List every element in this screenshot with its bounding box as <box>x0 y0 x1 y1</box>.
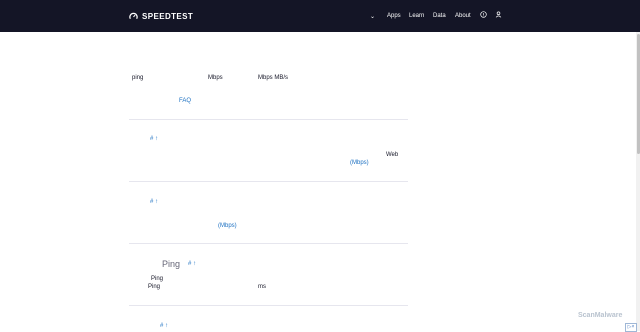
ping-label: ping <box>132 75 144 81</box>
mbps-mbs-label: Mbps MB/s <box>258 75 289 81</box>
faq-link[interactable]: FAQ <box>179 98 191 104</box>
section-divider <box>129 181 408 182</box>
mbps-link[interactable]: (Mbps) <box>350 160 369 166</box>
mbps-link[interactable]: (Mbps) <box>218 223 237 229</box>
nav-data[interactable]: Data <box>433 10 446 22</box>
nav-about[interactable]: About <box>455 10 471 22</box>
mbps-label: Mbps <box>208 75 223 81</box>
nav-apps[interactable]: Apps <box>387 10 401 22</box>
web-label: Web <box>386 152 399 158</box>
logo-text: SPEEDTEST <box>142 11 194 21</box>
nav-learn[interactable]: Learn <box>409 10 424 22</box>
section-divider <box>129 305 408 306</box>
section-divider <box>129 119 408 120</box>
sort-ascending-icon[interactable]: # ↑ <box>160 323 168 329</box>
top-navigation-bar: SPEEDTEST ⌄ Apps Learn Data About <box>0 0 640 32</box>
scanmalware-watermark: ScanMalware <box>578 312 623 319</box>
ping-label: Ping <box>151 276 164 282</box>
gauge-icon <box>129 12 138 19</box>
chevron-down-icon[interactable]: ⌄ <box>370 10 375 22</box>
speedtest-logo[interactable]: SPEEDTEST <box>129 9 193 23</box>
help-icon[interactable] <box>480 11 487 18</box>
ping-heading: Ping <box>162 259 181 269</box>
user-icon[interactable] <box>495 11 502 18</box>
section-divider <box>129 243 408 244</box>
sort-ascending-icon[interactable]: # ↑ <box>150 136 158 142</box>
sort-ascending-icon[interactable]: # ↑ <box>150 199 158 205</box>
ping-label: Ping <box>148 284 161 290</box>
ms-label: ms <box>258 284 266 290</box>
sort-ascending-icon[interactable]: # ↑ <box>188 261 196 267</box>
